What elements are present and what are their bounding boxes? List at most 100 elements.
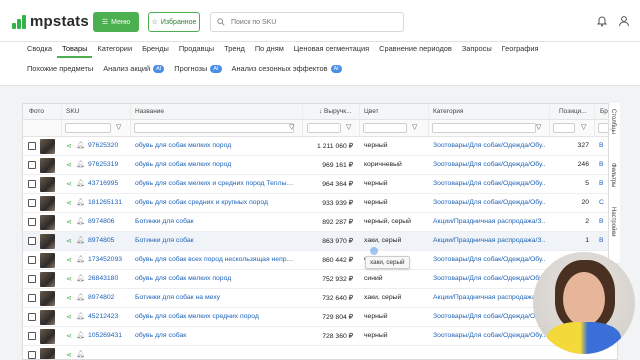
- color-filter-input[interactable]: [363, 123, 407, 133]
- category-link[interactable]: Зоотовары/Для собак/Одежда/Обу...: [433, 275, 545, 282]
- category-link[interactable]: Акции/Праздничная распродажа/З...: [433, 237, 545, 244]
- table-row[interactable]: ⋖ 🔔︎ 105269431 обувь для собак 728 360 ₽ черн…: [23, 327, 617, 346]
- share-icon[interactable]: ⋖: [66, 218, 72, 226]
- table-row[interactable]: ⋖ 🔔︎ 8974802 Ботинки для собак на меху 732 6…: [23, 289, 617, 308]
- product-name-link[interactable]: Ботинки для собак на меху: [135, 294, 297, 301]
- sku-link[interactable]: 26843180: [88, 275, 118, 282]
- category-link[interactable]: Зоотовары/Для собак/Одежда/Обу...: [433, 180, 545, 187]
- category-link[interactable]: Зоотовары/Для собак/Одежда/Обу...: [433, 313, 545, 320]
- tab-2[interactable]: Категории: [92, 42, 137, 58]
- favorites-button[interactable]: ☆ Избранное: [148, 12, 200, 32]
- col-revenue-header[interactable]: ↓ Выручк...: [319, 108, 352, 115]
- col-sku-header[interactable]: SKU: [66, 108, 79, 115]
- revenue-filter-input[interactable]: [307, 123, 341, 133]
- row-checkbox[interactable]: [28, 294, 36, 302]
- product-thumbnail[interactable]: [40, 196, 55, 211]
- subtab-0[interactable]: Похожие предметы: [22, 64, 98, 73]
- bell-icon[interactable]: 🔔︎: [76, 255, 85, 263]
- user-icon[interactable]: [618, 15, 630, 27]
- sku-link[interactable]: 8974805: [88, 237, 114, 244]
- sku-link[interactable]: 8974806: [88, 218, 114, 225]
- category-link[interactable]: Зоотовары/Для собак/Одежда/Обу...: [433, 161, 545, 168]
- table-row[interactable]: ⋖ 🔔︎ 173452093 обувь для собак всех пород н…: [23, 251, 617, 270]
- sku-link[interactable]: 105269431: [88, 332, 122, 339]
- tab-1[interactable]: Товары: [56, 42, 93, 58]
- row-checkbox[interactable]: [28, 237, 36, 245]
- settings-panel-tab[interactable]: Настройки: [610, 207, 616, 236]
- row-checkbox[interactable]: [28, 351, 36, 359]
- table-row[interactable]: ⋖ 🔔︎ 26843180 обувь для собак мелких пород 7…: [23, 270, 617, 289]
- bell-icon[interactable]: 🔔︎: [76, 160, 85, 168]
- brand-link[interactable]: B: [599, 237, 604, 244]
- filter-icon[interactable]: ▽: [289, 123, 294, 131]
- logo[interactable]: mpstats: [12, 13, 89, 30]
- row-checkbox[interactable]: [28, 199, 36, 207]
- bell-icon[interactable]: 🔔︎: [76, 141, 85, 149]
- name-filter-input[interactable]: [134, 123, 294, 133]
- row-checkbox[interactable]: [28, 313, 36, 321]
- table-row[interactable]: ⋖ 🔔︎ 43716995 обувь для собак мелких и сред…: [23, 175, 617, 194]
- tab-4[interactable]: Продавцы: [174, 42, 219, 58]
- sku-link[interactable]: 8974802: [88, 294, 114, 301]
- brand-link[interactable]: C: [599, 199, 604, 206]
- sku-link[interactable]: 173452093: [88, 256, 122, 263]
- filter-icon[interactable]: ▽: [116, 123, 121, 131]
- tab-0[interactable]: Сводка: [22, 42, 57, 58]
- row-checkbox[interactable]: [28, 218, 36, 226]
- share-icon[interactable]: ⋖: [66, 313, 72, 321]
- table-row[interactable]: ⋖ 🔔︎: [23, 346, 617, 359]
- row-checkbox[interactable]: [28, 256, 36, 264]
- category-filter-input[interactable]: [432, 123, 536, 133]
- bell-icon[interactable]: 🔔︎: [76, 236, 85, 244]
- brand-link[interactable]: B: [599, 161, 604, 168]
- col-photo-header[interactable]: Фото: [29, 108, 44, 115]
- product-thumbnail[interactable]: [40, 177, 55, 192]
- sku-link[interactable]: 43716995: [88, 180, 118, 187]
- tab-6[interactable]: По дням: [250, 42, 289, 58]
- product-name-link[interactable]: Ботинки для собак: [135, 237, 297, 244]
- col-position-header[interactable]: Позици...: [559, 108, 587, 115]
- product-thumbnail[interactable]: [40, 139, 55, 154]
- row-checkbox[interactable]: [28, 142, 36, 150]
- columns-panel-tab[interactable]: Столбцы: [610, 109, 616, 134]
- search-input[interactable]: [231, 18, 391, 26]
- share-icon[interactable]: ⋖: [66, 294, 72, 302]
- sku-link[interactable]: 181265131: [88, 199, 122, 206]
- category-link[interactable]: Зоотовары/Для собак/Одежда/Обу...: [433, 332, 545, 339]
- search-box[interactable]: [210, 12, 404, 32]
- col-color-header[interactable]: Цвет: [364, 108, 379, 115]
- sku-link[interactable]: 97625319: [88, 161, 118, 168]
- product-thumbnail[interactable]: [40, 158, 55, 173]
- sku-link[interactable]: 97625320: [88, 142, 118, 149]
- bell-icon[interactable]: 🔔︎: [76, 293, 85, 301]
- bell-icon[interactable]: 🔔︎: [76, 312, 85, 320]
- table-row[interactable]: ⋖ 🔔︎ 181265131 обувь для собак средних и кр…: [23, 194, 617, 213]
- category-link[interactable]: Зоотовары/Для собак/Одежда/Обу...: [433, 199, 545, 206]
- tab-7[interactable]: Ценовая сегментация: [289, 42, 374, 58]
- table-row[interactable]: ⋖ 🔔︎ 97625320 обувь для собак мелких пород 1…: [23, 137, 617, 156]
- tab-3[interactable]: Бренды: [137, 42, 174, 58]
- tab-8[interactable]: Сравнение периодов: [374, 42, 457, 58]
- product-thumbnail[interactable]: [40, 253, 55, 268]
- category-link[interactable]: Зоотовары/Для собак/Одежда/Обу...: [433, 142, 545, 149]
- tab-5[interactable]: Тренд: [219, 42, 250, 58]
- share-icon[interactable]: ⋖: [66, 351, 72, 359]
- row-checkbox[interactable]: [28, 332, 36, 340]
- tab-9[interactable]: Запросы: [457, 42, 497, 58]
- subtab-3[interactable]: Анализ сезонных эффектов AI: [227, 64, 347, 73]
- product-name-link[interactable]: обувь для собак средних и крупных пород: [135, 199, 297, 206]
- product-name-link[interactable]: обувь для собак мелких пород: [135, 161, 297, 168]
- product-thumbnail[interactable]: [40, 234, 55, 249]
- product-name-link[interactable]: обувь для собак мелких средних пород: [135, 313, 297, 320]
- product-thumbnail[interactable]: [40, 310, 55, 325]
- sku-filter-input[interactable]: [65, 123, 111, 133]
- filter-icon[interactable]: ▽: [536, 123, 541, 131]
- product-thumbnail[interactable]: [40, 215, 55, 230]
- product-thumbnail[interactable]: [40, 291, 55, 306]
- category-link[interactable]: Акции/Праздничная распродажа/З...: [433, 218, 545, 225]
- brand-link[interactable]: B: [599, 218, 604, 225]
- menu-button[interactable]: ☰ Меню: [93, 12, 139, 32]
- subtab-2[interactable]: Прогнозы AI: [169, 64, 226, 73]
- table-row[interactable]: ⋖ 🔔︎ 8974806 Ботинки для собак 892 287 ₽ черн…: [23, 213, 617, 232]
- product-name-link[interactable]: обувь для собак мелких пород: [135, 142, 297, 149]
